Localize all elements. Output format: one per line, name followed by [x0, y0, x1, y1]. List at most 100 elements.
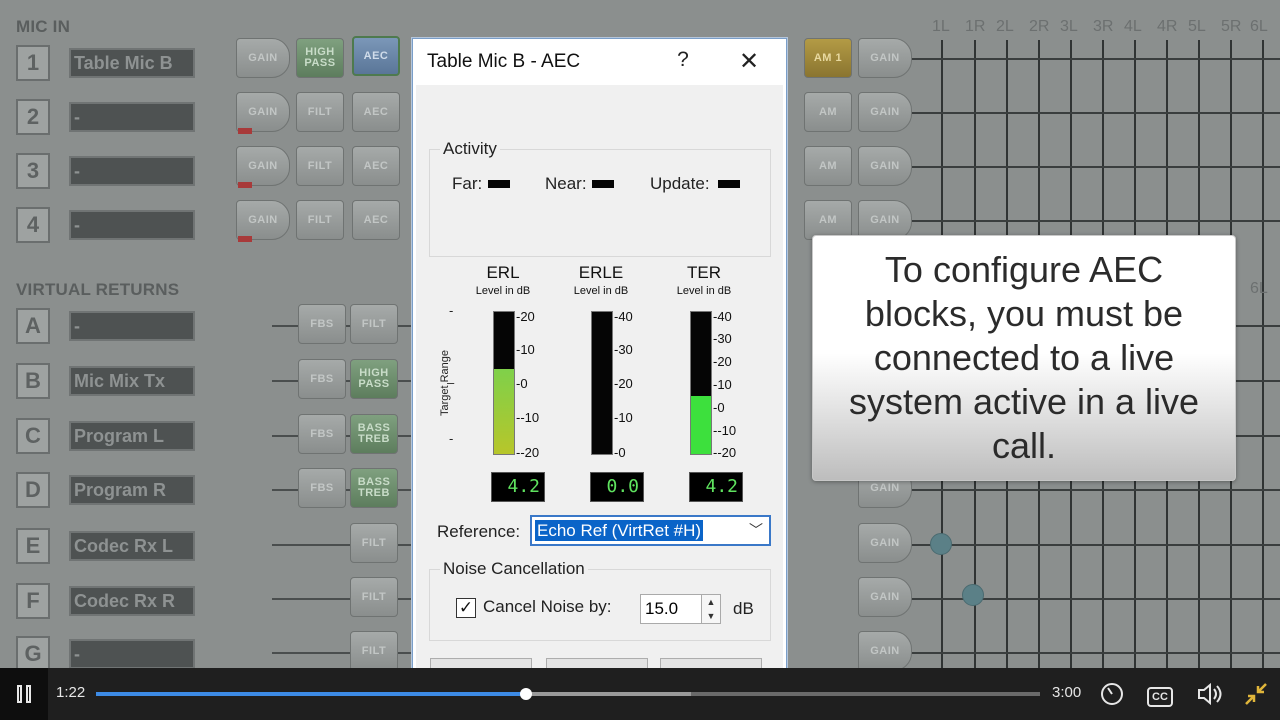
volume-button[interactable]: [1194, 678, 1226, 710]
aec-block[interactable]: AEC: [352, 146, 400, 186]
automixer-block[interactable]: AM: [804, 146, 852, 186]
reference-select[interactable]: Echo Ref (VirtRet #H) ﹀: [530, 515, 771, 546]
fbs-block[interactable]: FBS: [298, 414, 346, 454]
virtual-return-name[interactable]: -: [69, 639, 195, 668]
gain-block[interactable]: GAIN: [236, 200, 290, 240]
filter-block[interactable]: FILT: [350, 304, 398, 344]
virtual-return-name[interactable]: Mic Mix Tx: [69, 366, 195, 396]
automixer-block[interactable]: AM 1: [804, 38, 852, 78]
gain-block[interactable]: GAIN: [236, 38, 290, 78]
cancel-button[interactable]: Cancel: [660, 658, 762, 668]
noise-cancellation-label: Noise Cancellation: [440, 559, 588, 579]
fbs-block[interactable]: FBS: [298, 359, 346, 399]
gain-block[interactable]: GAIN: [236, 146, 290, 186]
dialog-body: Activity Far: Near: Update: ERL Level in…: [416, 85, 783, 668]
matrix-grid-line: [906, 220, 1280, 222]
update-label: Update:: [650, 174, 710, 193]
bass-treble-block[interactable]: BASS TREB: [350, 468, 398, 508]
virtual-return-letter: D: [16, 472, 50, 508]
captions-icon: CC: [1147, 687, 1173, 707]
fbs-block[interactable]: FBS: [298, 304, 346, 344]
ter-subtitle: Level in dB: [676, 285, 732, 297]
mic-channel-number: 4: [16, 207, 50, 243]
far-indicator: [488, 180, 510, 188]
high-pass-block[interactable]: HIGH PASS: [296, 38, 344, 78]
aec-block[interactable]: AEC: [352, 200, 400, 240]
cancel-noise-checkbox[interactable]: ✓: [456, 598, 476, 618]
matrix-grid-line: [906, 489, 1280, 491]
stepper-down-icon[interactable]: ▼: [702, 609, 720, 623]
played-range: [96, 692, 526, 696]
mic-channel-name[interactable]: -: [69, 210, 195, 240]
matrix-column-header: 1L: [932, 18, 950, 35]
high-pass-block[interactable]: HIGH PASS: [350, 359, 398, 399]
gain-block[interactable]: GAIN: [858, 200, 912, 240]
near-label: Near:: [545, 174, 587, 193]
filter-block[interactable]: FILT: [296, 200, 344, 240]
ter-meter: [690, 311, 712, 455]
virtual-return-name[interactable]: -: [69, 311, 195, 341]
virtual-return-name[interactable]: Codec Rx R: [69, 586, 195, 616]
filter-block[interactable]: FILT: [296, 146, 344, 186]
erl-scale-tick: --20: [516, 445, 540, 460]
erl-scale-tick: --10: [516, 410, 540, 425]
automixer-block[interactable]: AM: [804, 92, 852, 132]
virtual-return-name[interactable]: Program R: [69, 475, 195, 505]
matrix-crosspoint-on[interactable]: [962, 584, 984, 606]
matrix-column-header: 5R: [1221, 18, 1242, 35]
captions-button[interactable]: CC: [1144, 678, 1176, 710]
gain-block[interactable]: GAIN: [858, 38, 912, 78]
target-range-tick-mid: –: [447, 375, 455, 390]
gain-block[interactable]: GAIN: [858, 523, 912, 563]
virtual-return-letter: G: [16, 636, 50, 668]
gain-block[interactable]: GAIN: [858, 577, 912, 617]
target-range-tick-top: -: [449, 303, 454, 318]
matrix-column-header: 3L: [1060, 18, 1078, 35]
virtual-return-name[interactable]: Codec Rx L: [69, 531, 195, 561]
mic-channel-name[interactable]: -: [69, 156, 195, 186]
erle-scale-tick: -20: [614, 376, 633, 391]
ok-button[interactable]: OK: [546, 658, 648, 668]
close-icon[interactable]: ✕: [735, 47, 763, 76]
aec-block[interactable]: AEC: [352, 92, 400, 132]
erl-scale-tick: -10: [516, 342, 535, 357]
matrix-grid-line: [906, 652, 1280, 654]
gain-block[interactable]: GAIN: [858, 631, 912, 668]
gain-block[interactable]: GAIN: [858, 146, 912, 186]
noise-amount-stepper[interactable]: ▲ ▼: [701, 594, 721, 624]
seek-handle[interactable]: [519, 688, 532, 700]
playback-speed-button[interactable]: [1096, 678, 1128, 710]
seek-bar[interactable]: [96, 688, 1040, 700]
virtual-return-name[interactable]: Program L: [69, 421, 195, 451]
target-range-tick-bottom: -: [449, 431, 454, 446]
bass-treble-block[interactable]: BASS TREB: [350, 414, 398, 454]
pause-button[interactable]: [0, 668, 48, 720]
erle-scale-tick: -10: [614, 410, 633, 425]
fbs-block[interactable]: FBS: [298, 468, 346, 508]
erle-subtitle: Level in dB: [573, 285, 629, 297]
ter-readout: 4.2: [689, 472, 743, 502]
filter-block[interactable]: FILT: [296, 92, 344, 132]
gain-block[interactable]: GAIN: [858, 92, 912, 132]
mic-channel-name[interactable]: -: [69, 102, 195, 132]
aec-block-selected[interactable]: AEC: [352, 36, 400, 76]
exit-fullscreen-button[interactable]: [1240, 678, 1272, 710]
mic-channel-name[interactable]: Table Mic B: [69, 48, 195, 78]
matrix-column-header: 2R: [1029, 18, 1050, 35]
bypass-button[interactable]: Bypass: [430, 658, 532, 668]
filter-block[interactable]: FILT: [350, 577, 398, 617]
stepper-up-icon[interactable]: ▲: [702, 595, 720, 609]
automixer-block[interactable]: AM: [804, 200, 852, 240]
help-icon[interactable]: ?: [671, 48, 695, 72]
chevron-down-icon[interactable]: ﹀: [749, 520, 763, 540]
matrix-grid-line: [906, 58, 1280, 60]
filter-block[interactable]: FILT: [350, 523, 398, 563]
erl-meter-fill: [494, 368, 514, 454]
noise-amount-input[interactable]: 15.0: [640, 594, 702, 624]
matrix-crosspoint-on[interactable]: [930, 533, 952, 555]
gain-block[interactable]: GAIN: [236, 92, 290, 132]
erl-scale-tick: -0: [516, 376, 528, 391]
filter-block[interactable]: FILT: [350, 631, 398, 668]
aec-dialog: Table Mic B - AEC ? ✕ Activity Far: Near…: [412, 38, 787, 668]
dialog-title: Table Mic B - AEC: [427, 51, 581, 72]
